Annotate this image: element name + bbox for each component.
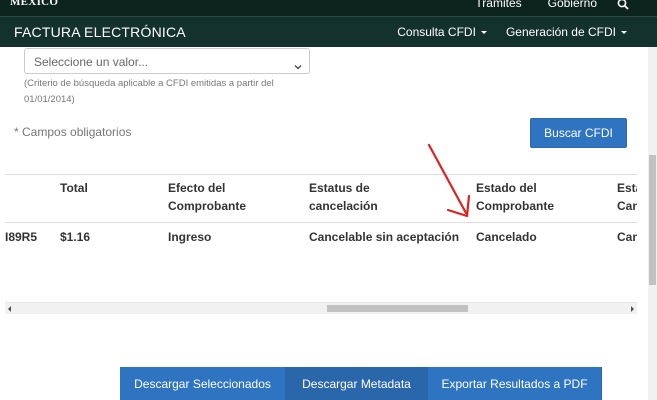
required-fields-note: * Campos obligatorios	[14, 125, 132, 139]
gov-link-tramites[interactable]: Trámites	[475, 0, 521, 10]
gov-top-bar: MÉXICO Trámites Gobierno	[0, 0, 657, 16]
header-efecto: Efecto del Comprobante	[168, 179, 246, 215]
table-horizontal-scrollbar[interactable]	[5, 302, 637, 314]
scrollbar-thumb[interactable]	[327, 305, 468, 312]
page-scrollbar-thumb[interactable]	[649, 155, 656, 285]
gov-link-gobierno[interactable]: Gobierno	[548, 0, 597, 10]
cell-efecto: Ingreso	[168, 230, 212, 244]
header-total-label: Total	[60, 181, 88, 195]
hint-line-2: 01/01/2014)	[24, 94, 75, 105]
chevron-down-icon	[294, 58, 302, 70]
results-table: Total Efecto del Comprobante Estatus de …	[5, 174, 637, 302]
annotation-arrow-icon	[427, 143, 471, 218]
menu-consulta-cfdi-label: Consulta CFDI	[397, 25, 476, 39]
menu-consulta-cfdi[interactable]: Consulta CFDI	[397, 25, 487, 39]
criteria-hint: (Criterio de búsqueda aplicable a CFDI e…	[24, 76, 284, 108]
scroll-left-icon[interactable]	[8, 306, 11, 312]
download-selected-button[interactable]: Descargar Seleccionados	[120, 367, 286, 400]
app-bar: FACTURA ELECTRÓNICA Consulta CFDI Genera…	[0, 16, 657, 47]
cell-partial-next: Can	[617, 230, 637, 244]
header-total: Total	[60, 179, 88, 197]
header-partial-line2: Can	[617, 199, 637, 213]
app-menu: Consulta CFDI Generación de CFDI	[378, 25, 627, 39]
header-estado: Estado del Comprobante	[476, 179, 554, 215]
search-icon[interactable]	[617, 0, 629, 10]
select-placeholder: Seleccione un valor...	[34, 55, 149, 69]
header-estatus-cancelacion: Estatus de cancelación	[309, 179, 378, 215]
caret-down-icon	[480, 30, 487, 34]
header-partial-line1: Esta	[617, 181, 637, 195]
search-cfdi-button[interactable]: Buscar CFDI	[530, 118, 627, 148]
hint-line-1: (Criterio de búsqueda aplicable a CFDI e…	[24, 78, 274, 89]
gov-logo-text: MÉXICO	[10, 0, 59, 8]
export-pdf-button[interactable]: Exportar Resultados a PDF	[428, 367, 602, 400]
scroll-right-icon[interactable]	[631, 306, 634, 312]
header-estatus-line1: Estatus de	[309, 181, 370, 195]
cell-partial-id: I89R5	[5, 230, 38, 244]
cell-estado: Cancelado	[476, 230, 537, 244]
download-metadata-button[interactable]: Descargar Metadata	[286, 367, 428, 400]
header-efecto-line1: Efecto del	[168, 181, 226, 195]
header-estado-line1: Estado del	[476, 181, 537, 195]
header-estatus-line2: cancelación	[309, 199, 378, 213]
header-efecto-line2: Comprobante	[168, 199, 246, 213]
page: MÉXICO Trámites Gobierno FACTURA ELECTRÓ…	[0, 0, 657, 400]
menu-generacion-cfdi-label: Generación de CFDI	[505, 25, 616, 39]
header-estado-line2: Comprobante	[476, 199, 554, 213]
cell-estatus-cancelacion: Cancelable sin aceptación	[309, 230, 460, 244]
menu-generacion-cfdi[interactable]: Generación de CFDI	[506, 25, 627, 39]
gov-links: Trámites Gobierno	[449, 0, 657, 10]
caret-down-icon	[621, 30, 627, 34]
page-vertical-scrollbar[interactable]	[648, 47, 657, 400]
app-title[interactable]: FACTURA ELECTRÓNICA	[14, 24, 186, 40]
header-partial: Esta Can	[617, 179, 637, 215]
criteria-select[interactable]: Seleccione un valor...	[24, 48, 310, 74]
cell-total: $1.16	[60, 230, 91, 244]
bottom-actions: Descargar Seleccionados Descargar Metada…	[120, 367, 602, 400]
gov-logo[interactable]: MÉXICO	[10, 0, 58, 8]
